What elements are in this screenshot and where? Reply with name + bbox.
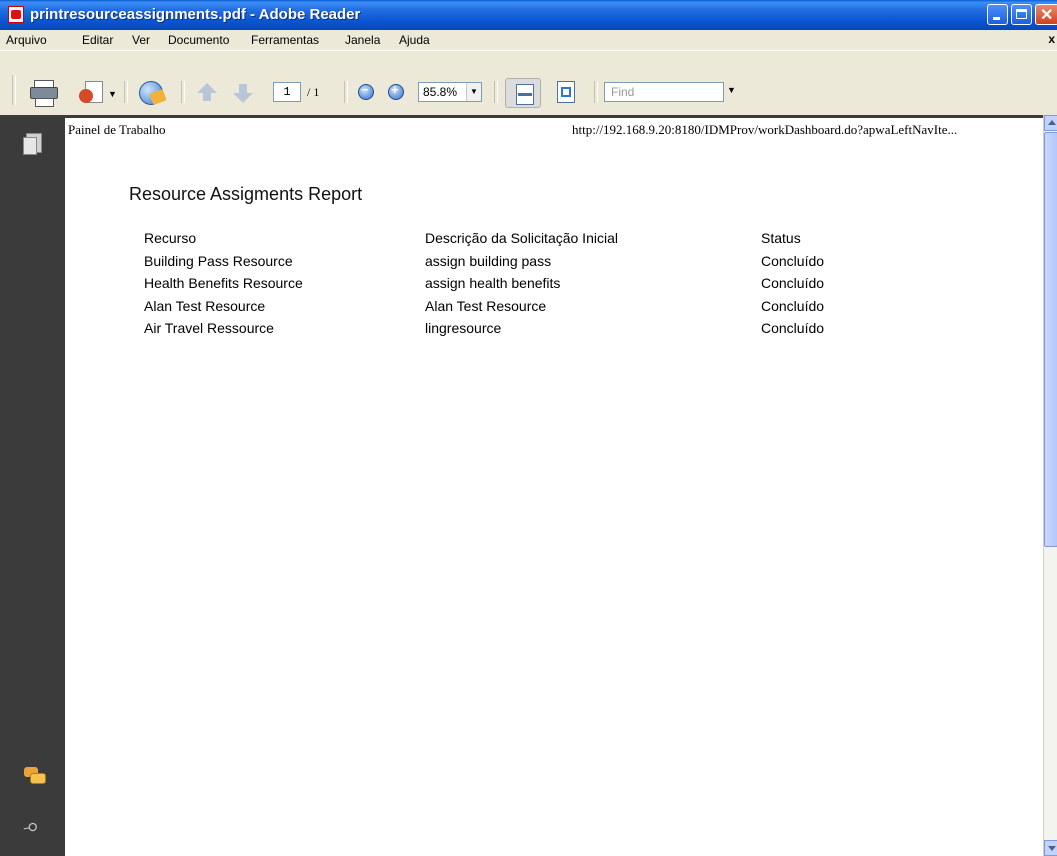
vertical-scrollbar[interactable] xyxy=(1043,115,1057,856)
cell-descricao: lingresource xyxy=(425,320,502,336)
toolbar-grip xyxy=(12,75,16,105)
fit-page-icon[interactable] xyxy=(557,81,575,103)
menu-documento[interactable]: Documento xyxy=(168,33,229,47)
navigation-pane: ⌕ xyxy=(0,115,62,856)
page-number-input[interactable]: 1 xyxy=(273,82,301,102)
find-input[interactable]: Find xyxy=(604,82,724,102)
cell-recurso: Alan Test Resource xyxy=(144,297,266,314)
review-icon[interactable] xyxy=(79,81,103,105)
close-button[interactable] xyxy=(1035,4,1057,25)
page-header-url: http://192.168.9.20:8180/IDMProv/workDas… xyxy=(572,122,958,137)
attachments-icon[interactable]: ⌕ xyxy=(19,812,47,843)
next-page-icon[interactable] xyxy=(233,84,253,103)
printer-icon[interactable] xyxy=(30,80,58,107)
page-total: / 1 xyxy=(307,85,320,99)
cell-recurso: Air Travel Ressource xyxy=(144,320,274,336)
scrollbar-thumb[interactable] xyxy=(1044,132,1057,547)
column-header-status: Status xyxy=(761,230,801,246)
cell-recurso: Health Benefits Resource xyxy=(144,275,303,291)
zoom-level-value: 85.8% xyxy=(423,85,458,99)
cell-descricao: Alan Test Resource xyxy=(425,297,547,314)
scroll-up-button[interactable] xyxy=(1044,115,1057,131)
document-area: Painel de Trabalho http://192.168.9.20:8… xyxy=(62,115,1043,856)
zoom-in-icon[interactable]: + xyxy=(388,82,404,100)
find-dropdown-arrow[interactable]: ▼ xyxy=(727,85,736,95)
comments-icon[interactable] xyxy=(24,767,46,787)
pdf-page: Painel de Trabalho http://192.168.9.20:8… xyxy=(65,118,1043,856)
column-header-descricao: Descrição da Solicitação Inicial xyxy=(425,230,618,246)
chevron-down-icon[interactable]: ▼ xyxy=(466,83,481,101)
scroll-down-button[interactable] xyxy=(1044,840,1057,856)
window-title: printresourceassignments.pdf - Adobe Rea… xyxy=(30,6,361,23)
cell-recurso: Building Pass Resource xyxy=(144,252,293,269)
page-header-left: Painel de Trabalho xyxy=(68,122,166,137)
zoom-level-select[interactable]: 85.8% ▼ xyxy=(418,82,482,102)
cell-descricao: assign building pass xyxy=(425,252,552,269)
menu-arquivo[interactable]: Arquivo xyxy=(6,33,47,47)
fit-width-icon[interactable] xyxy=(505,78,541,108)
menu-ajuda[interactable]: Ajuda xyxy=(399,33,430,47)
maximize-button[interactable] xyxy=(1011,4,1032,25)
toolbar: ▼ 1 / 1 − + 85.8% ▼ Find ▼ xyxy=(0,50,1057,115)
toolbar-separator xyxy=(594,81,598,103)
title-bar: printresourceassignments.pdf - Adobe Rea… xyxy=(0,0,1057,30)
close-document-icon[interactable]: x xyxy=(1048,32,1055,46)
cell-status: Concluído xyxy=(761,275,825,291)
cell-status: Concluído xyxy=(761,252,825,269)
toolbar-separator xyxy=(494,81,498,103)
menu-janela[interactable]: Janela xyxy=(345,33,380,47)
minimize-button[interactable] xyxy=(987,4,1008,25)
cell-status: Concluído xyxy=(761,297,825,314)
cell-descricao: assign health benefits xyxy=(425,275,561,291)
report-title: Resource Assigments Report xyxy=(129,184,363,204)
review-dropdown-arrow[interactable]: ▼ xyxy=(108,89,117,99)
toolbar-separator xyxy=(344,81,348,103)
menu-ferramentas[interactable]: Ferramentas xyxy=(251,33,319,47)
toolbar-separator xyxy=(181,81,185,103)
zoom-out-icon[interactable]: − xyxy=(358,82,374,100)
previous-page-icon[interactable] xyxy=(197,83,217,101)
menu-editar[interactable]: Editar xyxy=(82,33,113,47)
adobe-reader-icon xyxy=(8,6,24,23)
cell-status: Concluído xyxy=(761,320,825,336)
toolbar-separator xyxy=(124,81,128,103)
column-header-recurso: Recurso xyxy=(144,230,197,246)
secure-icon[interactable] xyxy=(137,79,167,107)
menu-ver[interactable]: Ver xyxy=(132,33,150,47)
menu-bar: Arquivo Editar Ver Documento Ferramentas… xyxy=(0,30,1057,49)
pages-icon[interactable] xyxy=(23,133,42,155)
